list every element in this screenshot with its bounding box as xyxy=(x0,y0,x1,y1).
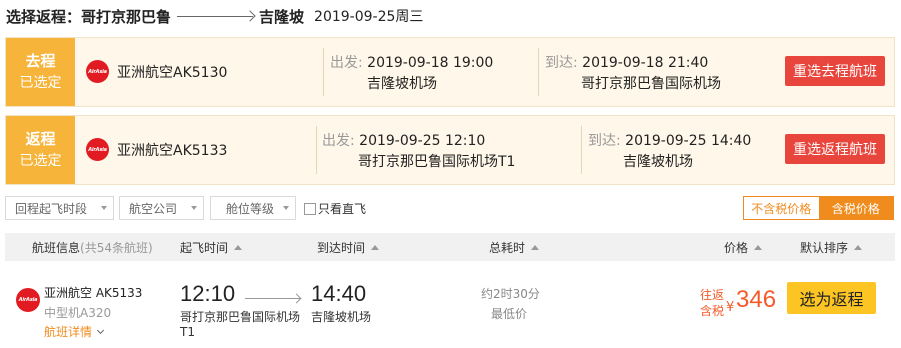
col-arr-time-label: 到达时间 xyxy=(317,241,366,255)
selected-return-card: 返程 已选定 AirAsia 亚洲航空AK5133 出发: 2019-09-25… xyxy=(5,115,895,185)
sort-arr-time[interactable]: 到达时间 xyxy=(317,239,380,256)
outbound-flight-number: 亚洲航空AK5130 xyxy=(117,65,228,81)
flight-detail-label: 航班详情 xyxy=(44,325,93,339)
departure-label: 出发: xyxy=(322,133,355,149)
sort-up-icon xyxy=(754,245,763,250)
col-dep-time-label: 起飞时间 xyxy=(180,241,229,255)
direct-only-label: 只看直飞 xyxy=(318,202,367,216)
return-arrival-airport: 吉隆坡机场 xyxy=(623,154,693,170)
divider xyxy=(316,126,317,174)
route-header: 选择返程： 哥打京那巴鲁 吉隆坡 2019-09-25周三 xyxy=(6,4,423,28)
filter-cabin-label: 舱位等级 xyxy=(226,201,275,216)
outbound-departure-airport: 吉隆坡机场 xyxy=(367,76,437,92)
outbound-departure-datetime: 2019-09-18 19:00 xyxy=(367,55,494,71)
arrow-right-icon xyxy=(245,298,300,299)
chevron-down-icon xyxy=(101,206,107,210)
return-departure-airport: 哥打京那巴鲁国际机场T1 xyxy=(358,154,516,170)
arrival-label: 到达: xyxy=(588,133,621,149)
outbound-arrival: 到达: 2019-09-18 21:40 xyxy=(545,52,708,72)
divider xyxy=(538,48,539,96)
filter-return-time-dropdown[interactable]: 回程起飞时段 xyxy=(5,196,114,220)
sort-duration[interactable]: 总耗时 xyxy=(489,239,540,256)
col-flight-info-label: 航班信息 xyxy=(32,241,81,255)
chevron-down-icon xyxy=(283,206,289,210)
outbound-arrival-datetime: 2019-09-18 21:40 xyxy=(582,55,709,71)
return-tag-status: 已选定 xyxy=(19,153,62,169)
filter-airline-label: 航空公司 xyxy=(129,201,178,216)
return-departure: 出发: 2019-09-25 12:10 xyxy=(322,130,485,150)
row-dep-airport: 哥打京那巴鲁国际机场 xyxy=(180,310,301,324)
col-duration-label: 总耗时 xyxy=(489,241,526,255)
sort-up-icon xyxy=(854,245,863,250)
direct-only-checkbox[interactable]: 只看直飞 xyxy=(304,200,366,217)
row-aircraft: 中型机A320 xyxy=(44,306,112,320)
col-sort-label: 默认排序 xyxy=(800,241,849,255)
selected-outbound-card: 去程 已选定 AirAsia 亚洲航空AK5130 出发: 2019-09-18… xyxy=(5,37,895,107)
airasia-logo-icon: AirAsia xyxy=(86,60,109,83)
flight-count: (共54条航班) xyxy=(80,241,153,255)
departure-label: 出发: xyxy=(330,55,363,71)
row-lowest-tag: 最低价 xyxy=(491,307,528,321)
chevron-down-icon xyxy=(96,326,105,335)
arrival-label: 到达: xyxy=(545,55,578,71)
return-tag-title: 返程 xyxy=(25,130,56,148)
outbound-arrival-airport: 哥打京那巴鲁国际机场 xyxy=(581,76,721,92)
header-to-city: 吉隆坡 xyxy=(259,7,305,26)
row-arr-time: 14:40 xyxy=(311,281,367,306)
flight-detail-link[interactable]: 航班详情 xyxy=(44,323,105,340)
results-table-header: 航班信息 (共54条航班) 起飞时间 到达时间 总耗时 价格 默认排序 xyxy=(5,233,895,261)
sort-up-icon xyxy=(531,245,540,250)
outbound-departure: 出发: 2019-09-18 19:00 xyxy=(330,52,493,72)
sort-default[interactable]: 默认排序 xyxy=(800,239,863,256)
row-dep-time: 12:10 xyxy=(180,281,236,306)
row-duration: 约2时30分 xyxy=(481,287,540,301)
airasia-logo-icon: AirAsia xyxy=(86,138,109,161)
row-dep-terminal: T1 xyxy=(180,325,195,339)
price-no-tax-option[interactable]: 不含税价格 xyxy=(744,197,819,219)
airasia-logo-icon: AirAsia xyxy=(16,288,40,312)
return-arrival-datetime: 2019-09-25 14:40 xyxy=(625,133,752,149)
row-airline-flight: 亚洲航空 AK5133 xyxy=(44,286,143,300)
outbound-tag-status: 已选定 xyxy=(19,75,62,91)
chevron-down-icon xyxy=(191,206,197,210)
header-from-city: 哥打京那巴鲁 xyxy=(81,7,172,26)
checkbox-icon[interactable] xyxy=(304,202,316,215)
filter-cabin-dropdown[interactable]: 舱位等级 xyxy=(210,196,296,220)
filter-return-time-label: 回程起飞时段 xyxy=(15,201,88,216)
row-price: 346 xyxy=(736,286,777,313)
reselect-return-button[interactable]: 重选返程航班 xyxy=(785,134,885,164)
sort-up-icon xyxy=(371,245,380,250)
divider xyxy=(323,48,324,96)
sort-up-icon xyxy=(234,245,243,250)
select-return-button[interactable]: 选为返程 xyxy=(787,282,876,314)
header-label: 选择返程： xyxy=(6,7,82,26)
divider xyxy=(581,126,582,174)
return-flight-number: 亚洲航空AK5133 xyxy=(117,143,228,159)
price-currency: ¥ xyxy=(726,300,735,315)
reselect-outbound-button[interactable]: 重选去程航班 xyxy=(785,56,885,86)
filter-airline-dropdown[interactable]: 航空公司 xyxy=(119,196,204,220)
price-label-roundtrip: 往返 xyxy=(700,288,725,302)
sort-dep-time[interactable]: 起飞时间 xyxy=(180,239,243,256)
sort-price[interactable]: 价格 xyxy=(724,239,763,256)
header-date: 2019-09-25周三 xyxy=(314,9,424,25)
route-arrow-icon xyxy=(177,15,254,17)
flight-row: AirAsia 亚洲航空 AK5133 中型机A320 航班详情 12:10 哥… xyxy=(5,264,895,348)
row-arr-airport: 吉隆坡机场 xyxy=(311,310,372,324)
price-with-tax-option[interactable]: 含税价格 xyxy=(818,197,893,219)
col-flight-info: 航班信息 (共54条航班) xyxy=(32,239,153,256)
price-label-tax: 含税 xyxy=(700,304,725,318)
price-tax-toggle: 不含税价格 含税价格 xyxy=(743,196,894,220)
return-arrival: 到达: 2019-09-25 14:40 xyxy=(588,130,751,150)
outbound-tag: 去程 已选定 xyxy=(6,38,75,106)
outbound-tag-title: 去程 xyxy=(25,52,56,70)
return-departure-datetime: 2019-09-25 12:10 xyxy=(359,133,486,149)
col-price-label: 价格 xyxy=(724,241,749,255)
return-tag: 返程 已选定 xyxy=(6,116,75,184)
